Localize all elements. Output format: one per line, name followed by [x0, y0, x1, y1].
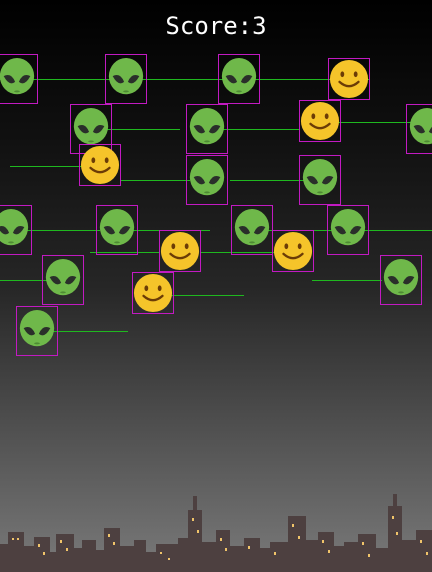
alien-icon	[108, 58, 144, 95]
alien-icon	[302, 159, 338, 196]
smiley-face-target[interactable]	[159, 230, 201, 272]
alien-enemy[interactable]	[96, 205, 138, 255]
laser-beam	[10, 166, 90, 167]
smiley-icon	[133, 273, 173, 313]
alien-icon	[189, 108, 225, 145]
laser-beam	[230, 180, 310, 181]
score-counter: Score:3	[165, 12, 267, 40]
alien-icon	[330, 209, 366, 246]
alien-enemy[interactable]	[299, 155, 341, 205]
alien-enemy[interactable]	[218, 54, 260, 104]
laser-beam	[120, 180, 190, 181]
alien-enemy[interactable]	[42, 255, 84, 305]
smiley-icon	[300, 101, 340, 141]
laser-beam	[50, 331, 128, 332]
smiley-face-target[interactable]	[299, 100, 341, 142]
alien-enemy[interactable]	[105, 54, 147, 104]
alien-icon	[189, 159, 225, 196]
smiley-icon	[160, 231, 200, 271]
smiley-icon	[80, 145, 120, 185]
alien-enemy[interactable]	[186, 155, 228, 205]
laser-beam	[360, 230, 432, 231]
alien-icon	[221, 58, 257, 95]
city-skyline	[0, 494, 432, 572]
alien-icon	[99, 209, 135, 246]
alien-enemy[interactable]	[0, 205, 32, 255]
alien-enemy[interactable]	[186, 104, 228, 154]
alien-icon	[0, 58, 35, 95]
alien-enemy[interactable]	[406, 104, 432, 154]
alien-icon	[383, 259, 419, 296]
laser-beam	[312, 280, 382, 281]
alien-enemy[interactable]	[327, 205, 369, 255]
laser-beam	[140, 79, 230, 80]
alien-icon	[45, 259, 81, 296]
laser-beam	[220, 129, 300, 130]
alien-enemy[interactable]	[380, 255, 422, 305]
alien-icon	[0, 209, 29, 246]
smiley-face-target[interactable]	[79, 144, 121, 186]
alien-icon	[409, 108, 432, 145]
smiley-face-target[interactable]	[272, 230, 314, 272]
smiley-face-target[interactable]	[328, 58, 370, 100]
alien-enemy[interactable]	[16, 306, 58, 356]
alien-icon	[234, 209, 270, 246]
alien-enemy[interactable]	[0, 54, 38, 104]
alien-icon	[19, 310, 55, 347]
smiley-icon	[329, 59, 369, 99]
smiley-icon	[273, 231, 313, 271]
smiley-face-target[interactable]	[132, 272, 174, 314]
alien-enemy[interactable]	[231, 205, 273, 255]
game-canvas[interactable]: Score:3	[0, 0, 432, 572]
laser-beam	[100, 129, 180, 130]
